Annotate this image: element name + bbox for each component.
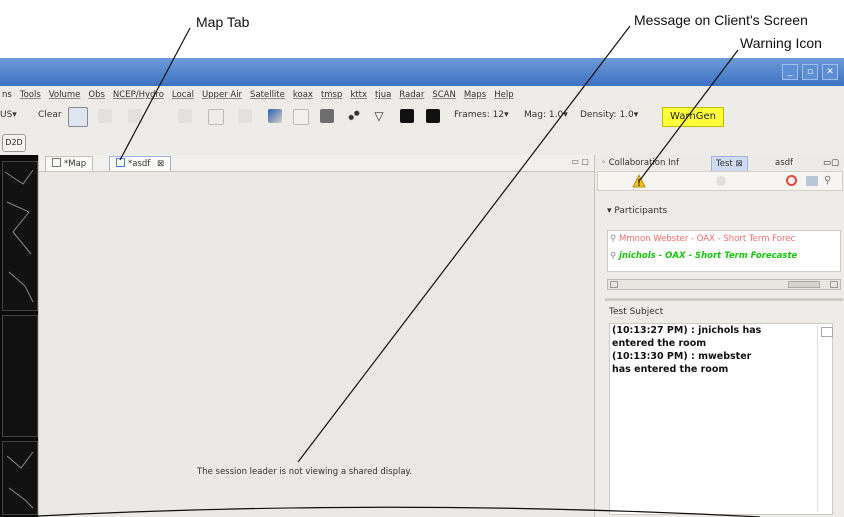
warning-pointer <box>639 49 739 181</box>
bracket-line <box>37 506 761 517</box>
callout-message: Message on Client's Screen <box>634 12 808 28</box>
callout-warning-icon: Warning Icon <box>740 35 822 51</box>
message-pointer <box>297 25 631 463</box>
annotation-overlay <box>37 25 761 517</box>
callout-map-tab: Map Tab <box>196 14 250 30</box>
map-tab-pointer <box>119 27 191 161</box>
